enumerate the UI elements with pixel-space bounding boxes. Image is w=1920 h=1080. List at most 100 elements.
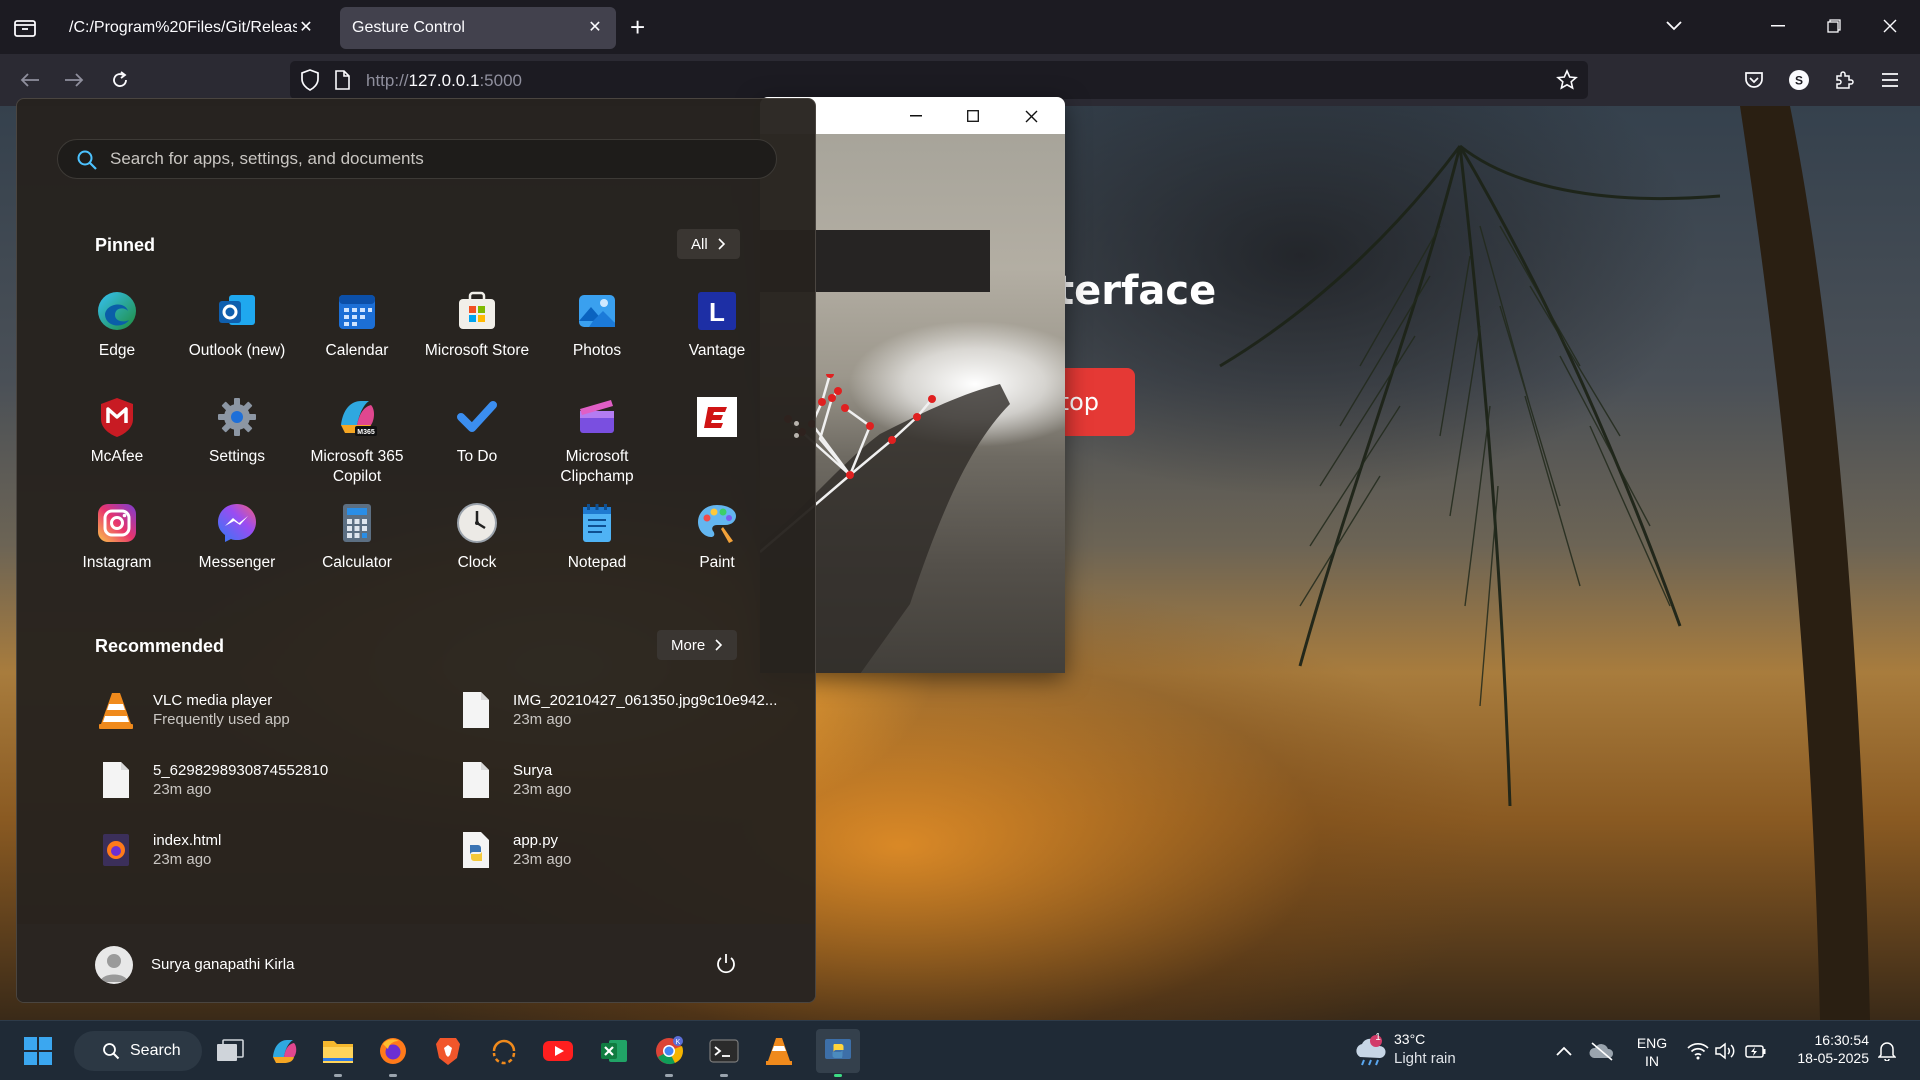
- loading-ring-icon[interactable]: [486, 1033, 522, 1069]
- instagram-icon: [98, 504, 136, 542]
- terminal-icon[interactable]: [706, 1033, 742, 1077]
- restore-icon[interactable]: [1822, 14, 1846, 38]
- new-tab-plus-icon[interactable]: +: [630, 14, 645, 40]
- firefox-icon[interactable]: [375, 1033, 411, 1077]
- chevron-up-icon[interactable]: [1546, 1033, 1582, 1069]
- forward-arrow-icon[interactable]: [62, 68, 86, 92]
- language-indicator[interactable]: ENG IN: [1634, 1034, 1670, 1070]
- account-avatar-icon[interactable]: S: [1787, 68, 1811, 92]
- page-icon[interactable]: [334, 70, 350, 95]
- close-icon[interactable]: [1020, 105, 1042, 127]
- messenger-icon: [218, 504, 256, 542]
- close-icon[interactable]: ✕: [586, 19, 604, 37]
- pinned-app-calculator[interactable]: Calculator: [297, 501, 417, 573]
- page-dots-indicator[interactable]: [794, 421, 800, 445]
- pinned-app-outlook[interactable]: Outlook (new): [177, 289, 297, 361]
- taskbar-search-button[interactable]: Search: [74, 1031, 202, 1071]
- url-scheme: http://: [366, 71, 409, 90]
- shield-icon[interactable]: [300, 69, 320, 96]
- start-search-input[interactable]: [110, 146, 750, 172]
- running-indicator: [720, 1074, 728, 1077]
- close-window-icon[interactable]: [1878, 14, 1902, 38]
- region-code: IN: [1645, 1053, 1659, 1069]
- language-code: ENG: [1636, 1035, 1668, 1051]
- pinned-app-e[interactable]: [657, 395, 777, 447]
- copilot-icon[interactable]: [266, 1033, 302, 1069]
- chrome-icon[interactable]: K: [651, 1033, 687, 1077]
- onedrive-offline-icon[interactable]: [1584, 1033, 1620, 1069]
- pocket-icon[interactable]: [1742, 68, 1766, 92]
- pinned-app-photos[interactable]: Photos: [537, 289, 657, 361]
- tab-release-notes[interactable]: /C:/Program%20Files/Git/ReleaseNotes.htm…: [57, 7, 327, 49]
- excel-icon[interactable]: [596, 1033, 632, 1069]
- address-bar[interactable]: http://127.0.0.1:5000: [290, 61, 1588, 99]
- pinned-app-edge[interactable]: Edge: [57, 289, 177, 361]
- pinned-app-paint[interactable]: Paint: [657, 501, 777, 573]
- clock-time: 16:30:54: [1814, 1032, 1870, 1048]
- pinned-app-m365-copilot[interactable]: M365 Microsoft 365 Copilot: [297, 395, 417, 487]
- hamburger-menu-icon[interactable]: [1878, 68, 1902, 92]
- task-view-icon[interactable]: [212, 1033, 248, 1069]
- file-explorer-icon[interactable]: [320, 1033, 356, 1077]
- back-arrow-icon[interactable]: [18, 68, 42, 92]
- battery-charging-icon[interactable]: [1738, 1033, 1774, 1069]
- brave-icon[interactable]: [430, 1033, 466, 1069]
- notepad-icon: [583, 504, 611, 542]
- outlook-icon: [219, 295, 255, 325]
- recommended-subtitle: 23m ago: [153, 851, 212, 868]
- start-search-box[interactable]: [57, 139, 777, 179]
- pinned-app-clock[interactable]: Clock: [417, 501, 537, 573]
- pinned-app-microsoft-store[interactable]: Microsoft Store: [417, 289, 537, 361]
- recommended-name: app.py: [513, 832, 559, 849]
- notification-bell-icon[interactable]: [1872, 1033, 1902, 1069]
- tab-list-icon[interactable]: [12, 16, 38, 40]
- pinned-app-instagram[interactable]: Instagram: [57, 501, 177, 573]
- recommended-item[interactable]: 5_6298298930874552810 23m ago: [97, 755, 437, 805]
- all-apps-button[interactable]: All: [677, 229, 740, 259]
- user-avatar[interactable]: [95, 946, 133, 984]
- minimize-icon[interactable]: [1766, 14, 1790, 38]
- minimize-icon[interactable]: [905, 105, 927, 127]
- close-icon[interactable]: ✕: [297, 19, 315, 37]
- user-name[interactable]: Surya ganapathi Kirla: [151, 956, 294, 973]
- windows-start-icon[interactable]: [20, 1033, 56, 1069]
- pinned-app-messenger[interactable]: Messenger: [177, 501, 297, 573]
- pinned-app-clipchamp[interactable]: Microsoft Clipchamp: [537, 395, 657, 487]
- taskbar-clock[interactable]: 16:30:54 18-05-2025: [1785, 1031, 1869, 1067]
- recommended-name: VLC media player: [153, 692, 273, 709]
- recommended-item[interactable]: VLC media player Frequently used app: [97, 685, 437, 735]
- youtube-icon[interactable]: [540, 1033, 576, 1069]
- recommended-item[interactable]: index.html 23m ago: [97, 825, 437, 875]
- recommended-item[interactable]: app.py 23m ago: [457, 825, 797, 875]
- chevron-down-icon[interactable]: [1662, 14, 1686, 38]
- bookmark-star-icon[interactable]: [1556, 69, 1578, 96]
- clock-date: 18-05-2025: [1797, 1050, 1869, 1066]
- pinned-app-to-do[interactable]: To Do: [417, 395, 537, 467]
- app-label: Microsoft 365 Copilot: [297, 447, 417, 487]
- python-icon[interactable]: [816, 1029, 860, 1077]
- recommended-item[interactable]: Surya 23m ago: [457, 755, 797, 805]
- extensions-icon[interactable]: [1832, 68, 1856, 92]
- app-label: Messenger: [198, 554, 276, 571]
- recommended-name: 5_6298298930874552810: [153, 762, 329, 779]
- url-text[interactable]: http://127.0.0.1:5000: [366, 71, 522, 91]
- tab-gesture-control[interactable]: Gesture Control ✕: [340, 7, 616, 49]
- pinned-app-calendar[interactable]: Calendar: [297, 289, 417, 361]
- todo-check-icon: [457, 401, 497, 432]
- pinned-app-vantage[interactable]: L Vantage: [657, 289, 777, 361]
- pinned-app-settings[interactable]: Settings: [177, 395, 297, 467]
- running-indicator: [389, 1074, 397, 1077]
- more-button[interactable]: More: [657, 630, 738, 660]
- pinned-app-mcafee[interactable]: McAfee: [57, 395, 177, 467]
- reload-icon[interactable]: [108, 68, 132, 92]
- power-icon[interactable]: [714, 952, 738, 976]
- app-label: McAfee: [90, 448, 144, 465]
- weather-widget[interactable]: 1 33°C Light rain: [1352, 1031, 1472, 1071]
- recommended-item[interactable]: IMG_20210427_061350.jpg9c10e942... 23m ag…: [457, 685, 797, 735]
- app-label: Instagram: [82, 554, 152, 571]
- vlc-icon[interactable]: [761, 1033, 797, 1069]
- pinned-app-notepad[interactable]: Notepad: [537, 501, 657, 573]
- all-apps-label: All: [691, 235, 708, 253]
- running-indicator: [334, 1074, 342, 1077]
- maximize-icon[interactable]: [962, 105, 984, 127]
